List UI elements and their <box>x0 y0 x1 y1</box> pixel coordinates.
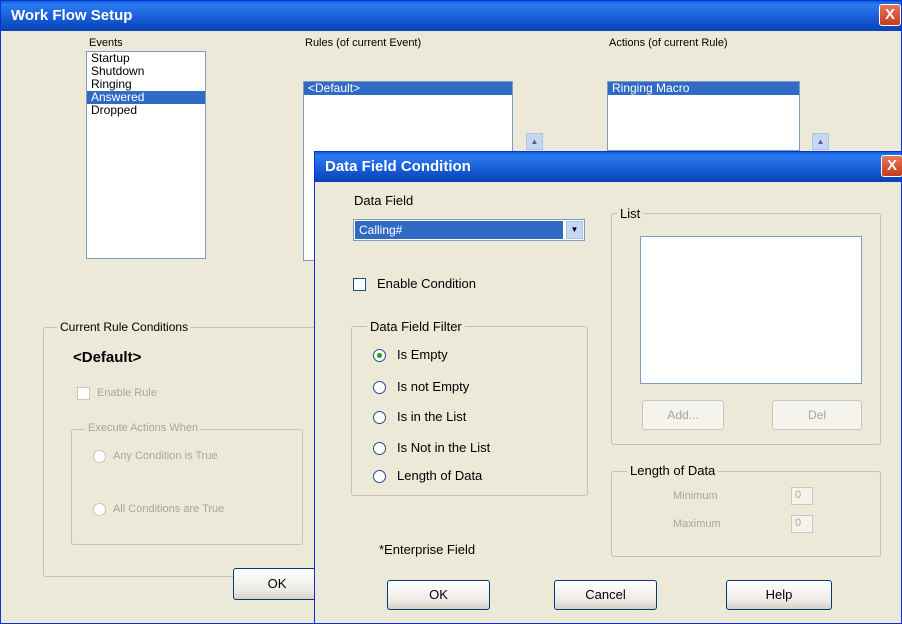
rule-name: <Default> <box>73 349 142 366</box>
current-rule-conditions-title: Current Rule Conditions <box>57 320 192 334</box>
actions-move-up-button[interactable]: ▲ <box>812 133 829 150</box>
workflow-ok-button[interactable]: OK <box>233 568 321 600</box>
list-group-title: List <box>617 206 644 221</box>
events-label: Events <box>89 37 123 49</box>
workflow-title: Work Flow Setup <box>11 7 133 24</box>
dialog-cancel-button[interactable]: Cancel <box>554 580 657 610</box>
enable-rule-label: Enable Rule <box>97 387 157 399</box>
actions-list[interactable]: Ringing Macro <box>607 81 800 151</box>
workflow-title-bar[interactable]: Work Flow Setup <box>1 1 901 31</box>
condition-list[interactable] <box>640 236 862 384</box>
filter-is-in-list-radio[interactable] <box>373 411 386 424</box>
filter-is-not-empty-radio[interactable] <box>373 381 386 394</box>
data-field-value: Calling# <box>355 221 563 239</box>
dialog-help-button[interactable]: Help <box>726 580 832 610</box>
all-conditions-label: All Conditions are True <box>113 503 225 515</box>
dialog-ok-button[interactable]: OK <box>387 580 490 610</box>
data-field-filter-title: Data Field Filter <box>367 319 465 334</box>
filter-is-not-empty-label: Is not Empty <box>397 379 470 394</box>
workflow-close-button[interactable]: X <box>879 4 901 26</box>
enable-rule-checkbox[interactable] <box>77 387 90 400</box>
execute-actions-group <box>71 429 303 545</box>
filter-is-not-in-list-radio[interactable] <box>373 442 386 455</box>
enable-condition-label: Enable Condition <box>377 276 477 291</box>
maximum-input[interactable]: 0 <box>791 515 813 533</box>
enterprise-field-note: *Enterprise Field <box>379 542 476 557</box>
rules-label: Rules (of current Event) <box>305 37 422 49</box>
execute-actions-title: Execute Actions When <box>85 422 202 434</box>
length-of-data-title: Length of Data <box>627 463 719 478</box>
data-field-label: Data Field <box>354 193 414 208</box>
dialog-title-bar[interactable]: Data Field Condition <box>315 152 901 182</box>
filter-length-of-data-radio[interactable] <box>373 470 386 483</box>
events-list[interactable]: Startup Shutdown Ringing Answered Droppe… <box>86 51 206 259</box>
minimum-input[interactable]: 0 <box>791 487 813 505</box>
dialog-title: Data Field Condition <box>325 158 471 175</box>
minimum-label: Minimum <box>673 490 718 502</box>
actions-label: Actions (of current Rule) <box>609 37 728 49</box>
enable-condition-checkbox[interactable] <box>353 278 366 291</box>
del-button[interactable]: Del <box>772 400 862 430</box>
chevron-down-icon[interactable]: ▼ <box>566 221 583 239</box>
event-item-dropped[interactable]: Dropped <box>87 104 205 117</box>
data-field-dropdown[interactable]: Calling# ▼ <box>353 219 585 241</box>
rules-move-up-button[interactable]: ▲ <box>526 133 543 150</box>
data-field-condition-dialog: Data Field Condition X Data Field Callin… <box>314 151 902 624</box>
maximum-label: Maximum <box>673 518 721 530</box>
filter-is-not-in-list-label: Is Not in the List <box>397 440 491 455</box>
all-conditions-radio[interactable] <box>93 503 106 516</box>
any-condition-label: Any Condition is True <box>113 450 218 462</box>
length-of-data-group <box>611 471 881 557</box>
filter-is-empty-radio[interactable] <box>373 349 386 362</box>
any-condition-radio[interactable] <box>93 450 106 463</box>
filter-is-empty-label: Is Empty <box>397 347 448 362</box>
rule-item-default[interactable]: <Default> <box>304 82 512 95</box>
filter-length-of-data-label: Length of Data <box>397 468 483 483</box>
filter-is-in-list-label: Is in the List <box>397 409 467 424</box>
action-item-ringing-macro[interactable]: Ringing Macro <box>608 82 799 95</box>
add-button[interactable]: Add... <box>642 400 724 430</box>
dialog-close-button[interactable]: X <box>881 155 902 177</box>
